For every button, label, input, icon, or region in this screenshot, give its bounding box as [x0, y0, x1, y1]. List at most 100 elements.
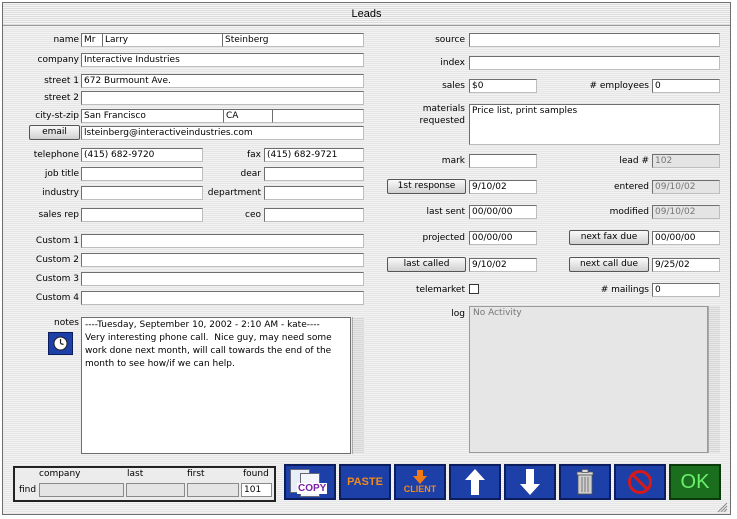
notes-scrollbar[interactable]: [352, 317, 364, 454]
next-fax-due-button[interactable]: next fax due: [569, 230, 649, 245]
materials-requested-field[interactable]: Price list, print samples: [469, 104, 720, 145]
form-content: name Mr Larry Steinberg company Interact…: [3, 26, 730, 514]
name-label: name: [53, 35, 79, 45]
job-title-field[interactable]: [81, 167, 203, 181]
sales-field[interactable]: $0: [469, 79, 537, 93]
projected-label: projected: [422, 233, 466, 243]
index-label: index: [440, 58, 465, 68]
street1-label: street 1: [44, 76, 79, 86]
log-scrollbar[interactable]: [708, 306, 720, 453]
copy-label: COPY: [297, 483, 328, 494]
find-company-header: company: [39, 469, 81, 479]
paste-button[interactable]: PASTE: [339, 464, 391, 500]
cancel-button[interactable]: [614, 464, 666, 500]
salutation-field[interactable]: Mr: [81, 33, 103, 47]
lead-number-field: 102: [652, 154, 720, 168]
telemarket-checkbox[interactable]: [469, 284, 479, 294]
no-icon: [628, 470, 652, 494]
employees-field[interactable]: 0: [652, 79, 720, 93]
first-response-field[interactable]: 9/10/02: [469, 180, 537, 194]
log-area[interactable]: No Activity: [469, 306, 708, 453]
previous-record-button[interactable]: [449, 464, 501, 500]
email-field[interactable]: lsteinberg@interactiveindustries.com: [81, 126, 364, 140]
last-called-button[interactable]: last called: [387, 257, 466, 272]
mailings-field[interactable]: 0: [652, 283, 720, 297]
lead-number-label: lead #: [619, 156, 649, 166]
telephone-label: telephone: [33, 150, 79, 160]
next-record-button[interactable]: [504, 464, 556, 500]
custom2-label: Custom 2: [35, 255, 79, 265]
custom3-field[interactable]: [81, 272, 364, 286]
city-field[interactable]: San Francisco: [81, 109, 224, 123]
requested-label: requested: [419, 116, 465, 126]
ceo-label: ceo: [245, 210, 261, 220]
dear-field[interactable]: [264, 167, 364, 181]
find-last-field[interactable]: [126, 483, 185, 497]
trash-icon: [576, 469, 594, 495]
paste-label: PASTE: [347, 476, 383, 488]
copy-button[interactable]: COPY: [284, 464, 336, 500]
find-label: find: [19, 485, 37, 495]
find-first-field[interactable]: [187, 483, 239, 497]
telemarket-label: telemarket: [415, 285, 465, 295]
arrow-up-icon: [465, 469, 485, 495]
last-called-field[interactable]: 9/10/02: [469, 258, 537, 272]
resize-grip-icon[interactable]: [716, 501, 728, 513]
find-panel: company last first found find 101: [13, 466, 276, 502]
materials-label: materials: [422, 104, 465, 114]
leads-window: Leads name Mr Larry Steinberg company In…: [2, 2, 731, 515]
next-fax-due-field[interactable]: 00/00/00: [652, 231, 720, 245]
fax-label: fax: [246, 150, 261, 160]
first-name-field[interactable]: Larry: [102, 33, 223, 47]
notes-textarea[interactable]: ----Tuesday, September 10, 2002 - 2:10 A…: [81, 317, 351, 454]
telephone-field[interactable]: (415) 682-9720: [81, 148, 203, 162]
street2-field[interactable]: [81, 91, 364, 105]
custom1-label: Custom 1: [35, 236, 79, 246]
sales-label: sales: [442, 81, 465, 91]
employees-label: # employees: [589, 81, 649, 91]
last-sent-field[interactable]: 00/00/00: [469, 205, 537, 219]
street1-field[interactable]: 672 Burmount Ave.: [81, 74, 364, 88]
projected-field[interactable]: 00/00/00: [469, 231, 537, 245]
source-field[interactable]: [469, 33, 720, 47]
sales-rep-field[interactable]: [81, 208, 203, 222]
ok-button[interactable]: OK: [669, 464, 721, 500]
custom4-field[interactable]: [81, 291, 364, 305]
state-field[interactable]: CA: [223, 109, 273, 123]
sales-rep-label: sales rep: [38, 210, 79, 220]
custom2-field[interactable]: [81, 253, 364, 267]
find-company-field[interactable]: [39, 483, 124, 497]
next-call-due-field[interactable]: 9/25/02: [652, 258, 720, 272]
city-st-zip-label: city-st-zip: [35, 111, 79, 121]
zip-field[interactable]: [272, 109, 364, 123]
delete-button[interactable]: [559, 464, 611, 500]
company-label: company: [37, 55, 79, 65]
mailings-label: # mailings: [600, 285, 649, 295]
notes-label: notes: [54, 318, 79, 328]
custom1-field[interactable]: [81, 234, 364, 248]
job-title-label: job title: [44, 169, 79, 179]
modified-label: modified: [609, 207, 649, 217]
custom4-label: Custom 4: [35, 293, 79, 303]
dear-label: dear: [240, 169, 261, 179]
find-found-header: found: [243, 469, 269, 479]
email-button[interactable]: email: [29, 125, 80, 140]
first-response-button[interactable]: 1st response: [387, 179, 466, 194]
ceo-field[interactable]: [264, 208, 364, 222]
next-call-due-button[interactable]: next call due: [569, 257, 649, 272]
source-label: source: [435, 35, 465, 45]
index-field[interactable]: [469, 56, 720, 70]
department-field[interactable]: [264, 186, 364, 200]
industry-field[interactable]: [81, 186, 203, 200]
street2-label: street 2: [44, 93, 79, 103]
client-button[interactable]: CLIENT: [394, 464, 446, 500]
entered-field: 09/10/02: [652, 180, 720, 194]
find-found-field: 101: [241, 483, 272, 497]
mark-field[interactable]: [469, 154, 537, 168]
fax-field[interactable]: (415) 682-9721: [264, 148, 364, 162]
clock-icon[interactable]: [48, 332, 73, 355]
company-field[interactable]: Interactive Industries: [81, 53, 364, 67]
last-name-field[interactable]: Steinberg: [222, 33, 364, 47]
custom3-label: Custom 3: [35, 274, 79, 284]
find-last-header: last: [127, 469, 144, 479]
